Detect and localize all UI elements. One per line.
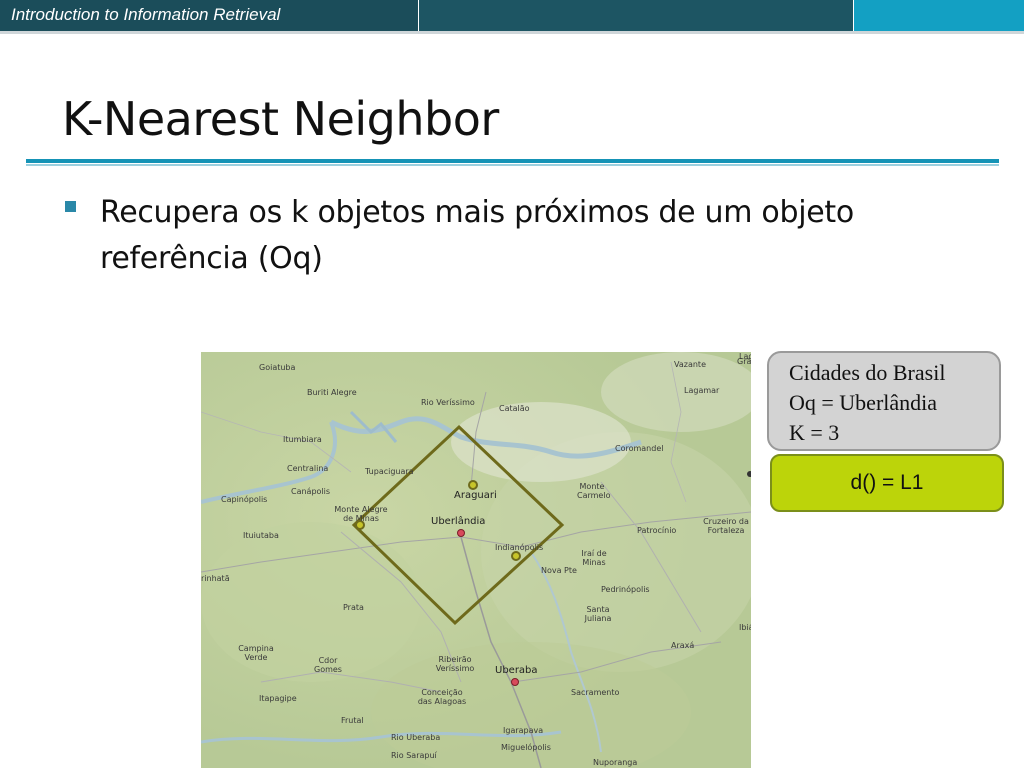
city-label: Igarapava [503,726,544,735]
header-bar: Introduction to Information Retrieval [0,0,1024,34]
header-segment-middle [419,0,853,31]
city-label: Rio Sarapuí [391,751,437,760]
city-label: Santa Juliana [584,605,612,623]
city-label: Monte Alegre de Minas [334,505,388,523]
city-label: Monte Carmelo [577,482,611,500]
title-rule-light [26,164,999,166]
course-title: Introduction to Information Retrieval [11,5,281,24]
city-label: Araguari [454,490,497,501]
city-label: Rio Uberaba [391,733,441,742]
city-label: Lagamar [684,386,720,395]
city-label: Itapagipe [259,694,297,703]
city-label: Catalão [499,404,530,413]
city-label: Rio Veríssimo [421,398,475,407]
header-segment-right [854,0,1024,31]
city-label: Canápolis [291,487,331,496]
distance-function-box: d() = L1 [770,454,1004,512]
city-label: Nuporanga [593,758,638,767]
city-label: Araxá [671,641,695,650]
info-line-dataset: Cidades do Brasil [789,360,946,385]
info-line-k: K = 3 [789,420,840,445]
bullet-square-icon [65,201,76,212]
info-box: Cidades do Brasil Oq = Uberlândia K = 3 [767,351,1001,451]
city-label: Centralina [287,464,329,473]
city-label: Campina Verde [238,644,274,662]
city-label: Nova Pte [541,566,577,575]
city-label: Cdor Gomes [314,656,342,674]
city-label: Tupaciguara [365,467,414,476]
city-label: Grã [737,357,751,366]
map-image: Goiatuba Buriti Alegre Rio Veríssimo Cat… [201,352,751,768]
city-label: rinhatã [201,574,230,583]
city-label: Uberlândia [431,516,486,527]
city-label: Ibiá [739,623,751,632]
city-label: Itumbiara [283,435,322,444]
city-label: Coromandel [615,444,664,453]
info-line-query: Oq = Uberlândia [789,390,938,415]
city-label: Miguelópolis [501,743,551,752]
city-label: Frutal [341,716,364,725]
city-label: Ituiutaba [243,531,279,540]
city-label: Prata [343,603,364,612]
city-label: Goiatuba [259,363,296,372]
city-label: Patrocínio [637,526,677,535]
map-terrain [201,352,751,768]
city-label: Ribeirão Veríssimo [435,655,475,673]
city-label: Indianópolis [495,543,544,552]
city-label: Capinópolis [221,495,268,504]
city-label: Iraí de Minas [581,549,607,567]
city-label: Buriti Alegre [307,388,357,397]
title-rule [26,159,999,163]
city-label: Sacramento [571,688,620,697]
city-label: Pedrinópolis [601,585,650,594]
city-label: Uberaba [495,665,538,676]
city-label: Vazante [674,360,706,369]
city-label: Cruzeiro da Fortaleza [703,517,749,535]
header-underline [0,31,1024,34]
city-label: Conceição das Alagoas [417,688,467,706]
bullet-text: Recupera os k objetos mais próximos de u… [100,195,854,276]
slide-title: K-Nearest Neighbor [62,92,499,146]
